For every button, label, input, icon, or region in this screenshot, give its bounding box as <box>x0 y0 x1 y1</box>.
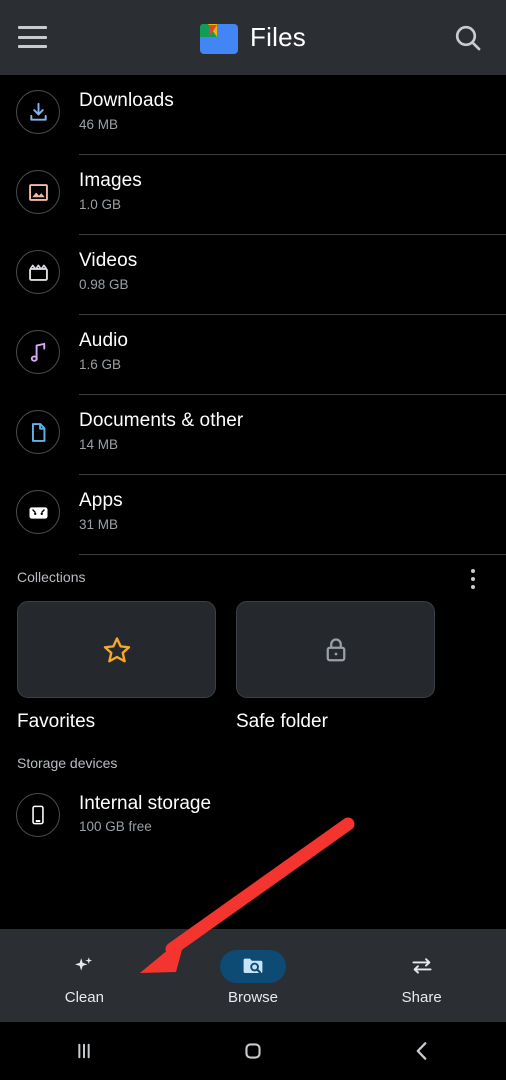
collection-item-safe-folder[interactable]: Safe folder <box>236 601 435 733</box>
folder-search-icon <box>220 949 286 983</box>
storage-section-header: Storage devices <box>0 733 506 781</box>
category-row-downloads[interactable]: Downloads 46 MB <box>0 75 506 155</box>
back-icon[interactable] <box>337 1037 506 1065</box>
music-note-icon <box>16 330 60 374</box>
lock-icon <box>326 637 345 661</box>
swap-arrows-icon <box>389 950 455 983</box>
safe-folder-card[interactable] <box>236 601 435 698</box>
category-size: 31 MB <box>79 517 119 532</box>
image-icon <box>16 170 60 214</box>
bottom-navigation-bar: Clean Browse Share <box>0 929 506 1022</box>
files-app-screen: Files Downloads 46 MB Images 1.0 GB Vide… <box>0 0 506 1080</box>
document-icon <box>16 410 60 454</box>
category-name: Downloads <box>79 90 174 111</box>
storage-devices-label: Storage devices <box>17 755 118 771</box>
nav-tab-share[interactable]: Share <box>337 929 506 1022</box>
sparkle-clean-icon <box>51 950 117 983</box>
favorites-card[interactable] <box>17 601 216 698</box>
category-size: 1.6 GB <box>79 357 122 372</box>
category-name: Images <box>79 170 142 191</box>
category-row-apps[interactable]: Apps 31 MB <box>0 475 506 555</box>
category-name: Documents & other <box>79 410 244 431</box>
storage-free-space: 100 GB free <box>79 819 152 834</box>
phone-device-icon <box>16 793 60 837</box>
category-row-images[interactable]: Images 1.0 GB <box>0 155 506 235</box>
category-size: 46 MB <box>79 117 119 132</box>
category-size: 0.98 GB <box>79 277 129 292</box>
recents-icon[interactable] <box>0 1037 169 1065</box>
storage-name: Internal storage <box>79 793 212 814</box>
page-title: Files <box>250 22 306 52</box>
category-row-audio[interactable]: Audio 1.6 GB <box>0 315 506 395</box>
android-apps-icon <box>16 490 60 534</box>
google-files-logo <box>200 21 239 55</box>
video-icon <box>16 250 60 294</box>
android-system-navigation <box>0 1022 506 1080</box>
star-outline-icon <box>103 636 130 662</box>
category-name: Videos <box>79 250 138 271</box>
more-vert-icon[interactable] <box>462 567 484 591</box>
collections-section-header: Collections <box>0 555 506 601</box>
search-icon[interactable] <box>452 22 484 54</box>
collection-item-favorites[interactable]: Favorites <box>17 601 216 733</box>
category-size: 14 MB <box>79 437 119 452</box>
nav-label: Clean <box>64 988 104 1006</box>
nav-tab-clean[interactable]: Clean <box>0 929 169 1022</box>
file-categories-list: Downloads 46 MB Images 1.0 GB Videos 0.9… <box>0 75 506 861</box>
download-icon <box>16 90 60 134</box>
nav-label: Browse <box>227 988 279 1006</box>
category-row-videos[interactable]: Videos 0.98 GB <box>0 235 506 315</box>
category-row-documents[interactable]: Documents & other 14 MB <box>0 395 506 475</box>
header-title-group: Files <box>0 0 506 75</box>
app-header: Files <box>0 0 506 75</box>
storage-row-internal[interactable]: Internal storage 100 GB free <box>0 781 506 861</box>
collection-label: Favorites <box>17 711 96 732</box>
nav-tab-browse[interactable]: Browse <box>169 929 338 1022</box>
collections-grid: Favorites Safe folder <box>0 601 506 733</box>
category-size: 1.0 GB <box>79 197 122 212</box>
collection-label: Safe folder <box>236 711 328 732</box>
collections-label: Collections <box>17 569 86 585</box>
home-icon[interactable] <box>169 1037 338 1065</box>
category-name: Apps <box>79 490 123 511</box>
nav-label: Share <box>401 988 442 1006</box>
category-name: Audio <box>79 330 129 351</box>
